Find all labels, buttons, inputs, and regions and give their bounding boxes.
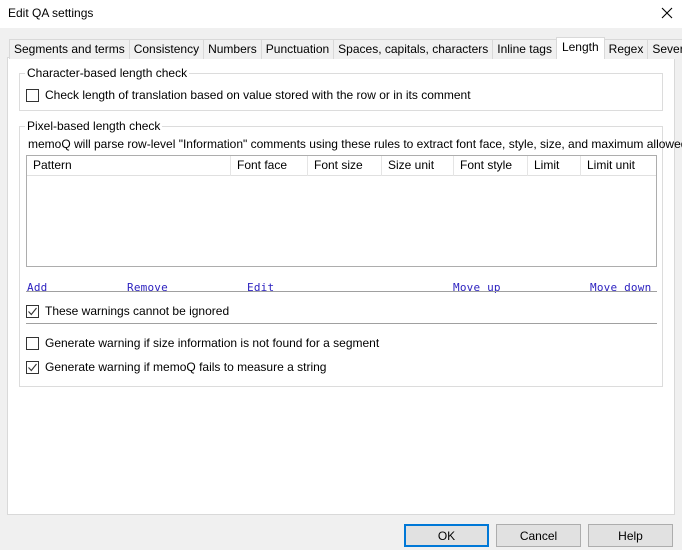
tab-severity[interactable]: Severity — [647, 39, 682, 59]
column-limit[interactable]: Limit — [528, 156, 581, 176]
tab-consistency[interactable]: Consistency — [128, 39, 205, 59]
checkmark-icon — [28, 363, 37, 371]
cancel-button[interactable]: Cancel — [496, 524, 581, 547]
move-up-link[interactable]: Move up — [453, 281, 501, 294]
warn-measure-fail-checkbox[interactable] — [26, 360, 39, 374]
help-button[interactable]: Help — [588, 524, 673, 547]
tab-segments-and-terms[interactable]: Segments and terms — [9, 39, 130, 59]
tab-strip: Segments and terms Consistency Numbers P… — [9, 37, 682, 59]
warn-size-missing-checkbox[interactable] — [26, 336, 39, 350]
warn-size-missing-checkbox-row[interactable]: Generate warning if size information is … — [26, 336, 379, 350]
pixel-check-description: memoQ will parse row-level "Information"… — [28, 137, 682, 151]
cannot-ignore-checkbox[interactable] — [26, 304, 39, 318]
pixel-based-group: Pixel-based length check memoQ will pars… — [19, 119, 682, 387]
cannot-ignore-label: These warnings cannot be ignored — [45, 304, 230, 318]
separator — [26, 323, 657, 324]
column-font-style[interactable]: Font style — [454, 156, 528, 176]
check-length-checkbox[interactable] — [26, 88, 39, 102]
column-size-unit[interactable]: Size unit — [382, 156, 454, 176]
check-length-label: Check length of translation based on val… — [45, 88, 471, 102]
character-based-group: Character-based length check Check lengt… — [19, 66, 663, 111]
tab-punctuation[interactable]: Punctuation — [260, 39, 335, 59]
column-font-size[interactable]: Font size — [308, 156, 382, 176]
separator — [26, 291, 657, 292]
ok-button[interactable]: OK — [404, 524, 489, 547]
tab-numbers[interactable]: Numbers — [203, 39, 262, 59]
close-button[interactable] — [652, 0, 682, 26]
tab-length[interactable]: Length — [555, 37, 605, 59]
warn-measure-fail-label: Generate warning if memoQ fails to measu… — [45, 360, 327, 374]
pixel-based-group-label: Pixel-based length check — [25, 119, 163, 133]
rules-list-header: Pattern Font face Font size Size unit Fo… — [27, 156, 656, 176]
title-bar: Edit QA settings — [0, 0, 682, 28]
edit-link[interactable]: Edit — [247, 281, 274, 294]
character-based-group-label: Character-based length check — [25, 66, 190, 80]
column-pattern[interactable]: Pattern — [27, 156, 231, 176]
warn-size-missing-label: Generate warning if size information is … — [45, 336, 380, 350]
column-font-face[interactable]: Font face — [231, 156, 308, 176]
tab-regex[interactable]: Regex — [603, 39, 649, 59]
tab-inline-tags[interactable]: Inline tags — [492, 39, 557, 59]
close-x-icon — [661, 7, 673, 19]
checkmark-icon — [28, 307, 37, 315]
column-limit-unit[interactable]: Limit unit — [581, 156, 656, 176]
remove-link[interactable]: Remove — [127, 281, 168, 294]
window-title: Edit QA settings — [8, 6, 94, 20]
cannot-ignore-checkbox-row[interactable]: These warnings cannot be ignored — [26, 304, 229, 318]
move-down-link[interactable]: Move down — [590, 281, 651, 294]
add-link[interactable]: Add — [27, 281, 47, 294]
rules-list[interactable]: Pattern Font face Font size Size unit Fo… — [26, 155, 657, 267]
tab-spaces-capitals-characters[interactable]: Spaces, capitals, characters — [333, 39, 494, 59]
check-length-checkbox-row[interactable]: Check length of translation based on val… — [26, 88, 471, 102]
warn-measure-fail-checkbox-row[interactable]: Generate warning if memoQ fails to measu… — [26, 360, 326, 374]
